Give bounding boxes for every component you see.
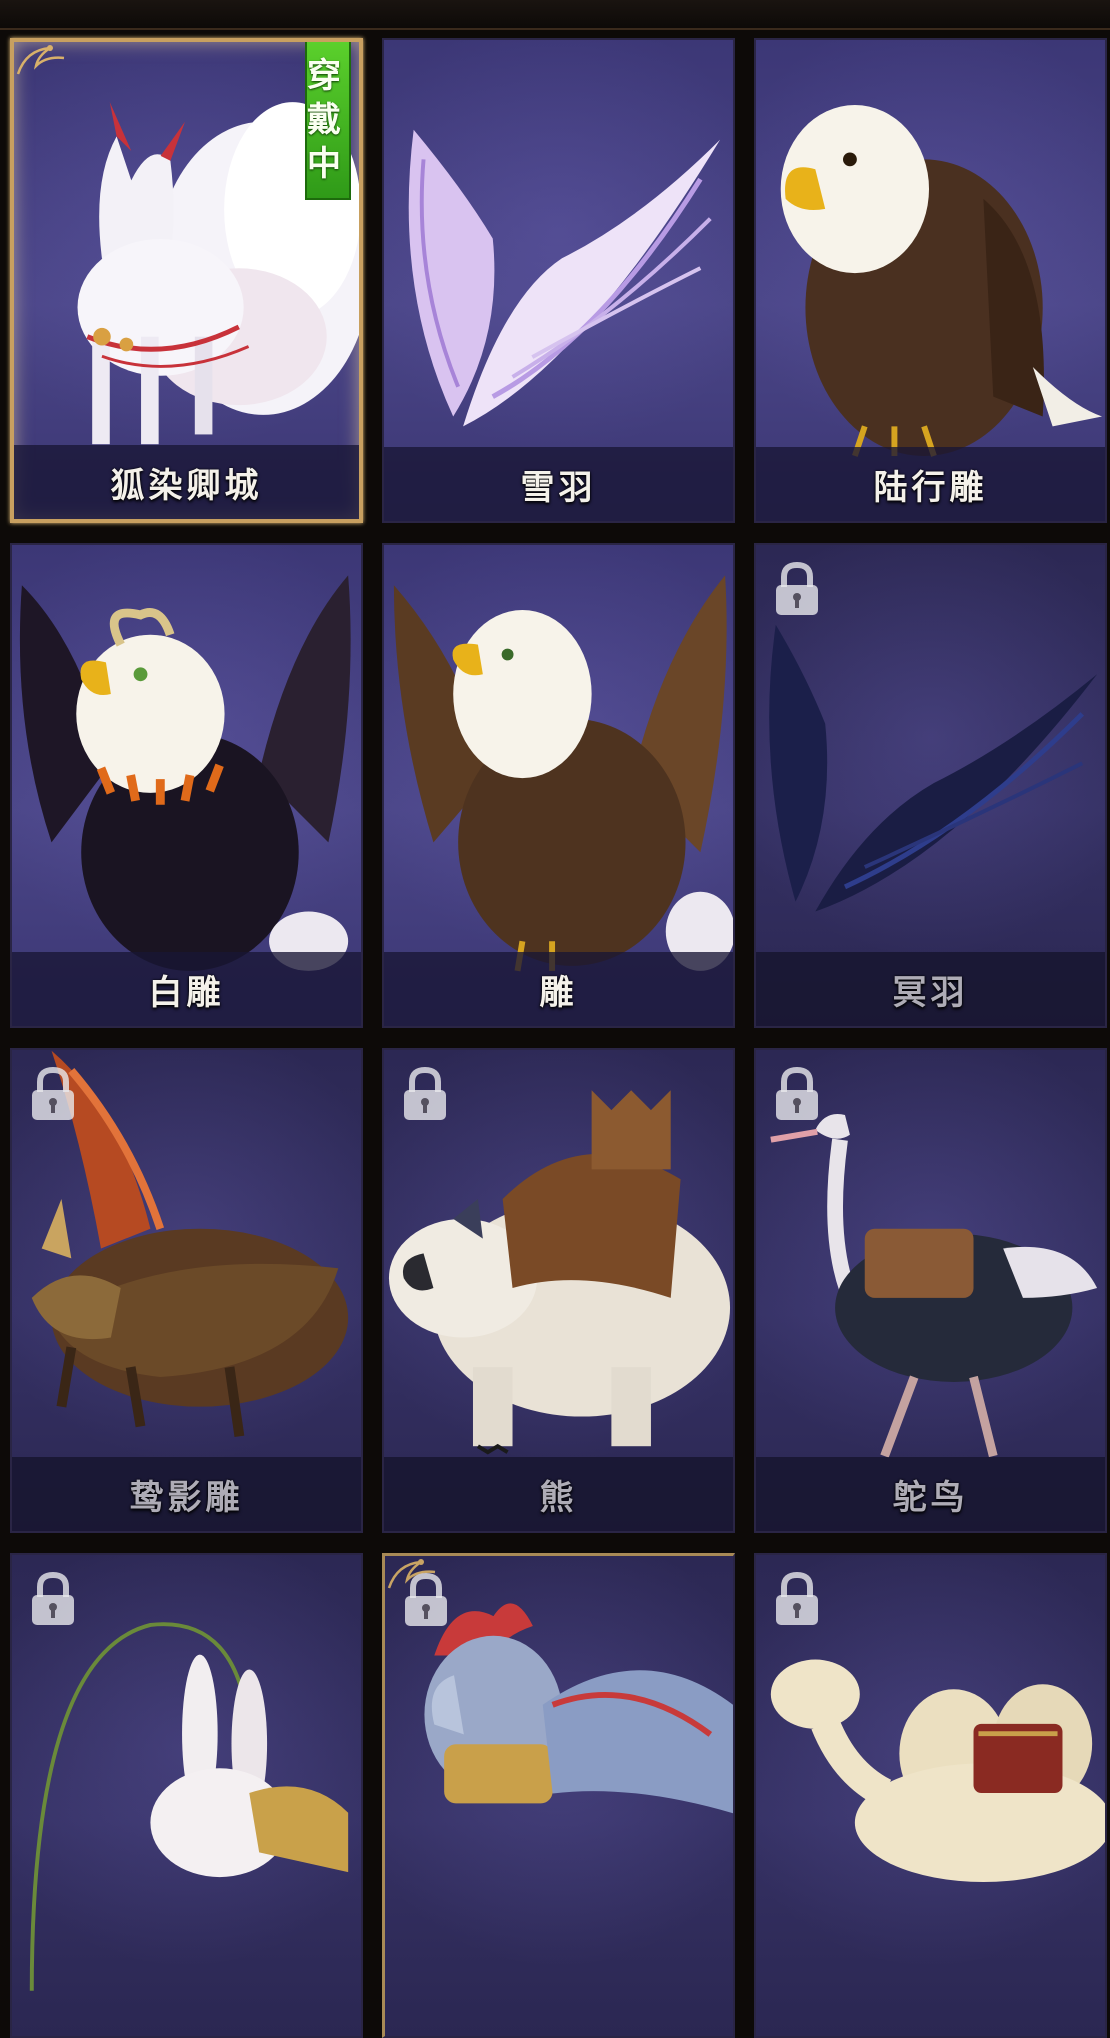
rabbit-image	[29, 1622, 349, 1991]
mount-card-walking-eagle[interactable]: 陆行雕	[754, 38, 1107, 523]
mount-card-armored-griffin[interactable]: 鸷影雕	[10, 1048, 363, 1533]
corner-ornament-icon	[16, 45, 65, 75]
mount-name: 熊	[539, 1477, 578, 1518]
mount-card-armored-horse[interactable]	[382, 1553, 735, 2038]
name-bar: 白雕	[12, 952, 361, 1026]
name-bar: 鸷影雕	[12, 1457, 361, 1531]
mount-card-lilac-wings[interactable]: 雪羽	[382, 38, 735, 523]
mount-card-ostrich[interactable]: 鸵鸟	[754, 1048, 1107, 1533]
equipped-badge-label: 穿戴中	[307, 56, 341, 184]
mount-name: 鸷影雕	[129, 1477, 244, 1518]
name-bar: 鸵鸟	[756, 1457, 1105, 1531]
name-bar: 冥羽	[756, 952, 1105, 1026]
mount-card-armored-bear[interactable]: 熊	[382, 1048, 735, 1533]
lock-icon	[32, 1066, 74, 1120]
top-border	[0, 0, 1110, 30]
mount-name: 冥羽	[892, 972, 969, 1013]
mount-grid: 穿戴中 狐染卿城 雪羽 陆行雕 白雕 雕 冥羽 鸷影雕 熊 鸵鸟	[10, 38, 1107, 2038]
mount-card-fox[interactable]: 穿戴中 狐染卿城	[10, 38, 363, 523]
name-bar: 雕	[384, 952, 733, 1026]
name-bar: 陆行雕	[756, 447, 1105, 521]
equipped-badge: 穿戴中	[305, 42, 351, 200]
camel-image	[770, 1659, 1105, 1882]
mount-card-horned-eagle[interactable]: 白雕	[10, 543, 363, 1028]
name-bar: 雪羽	[384, 447, 733, 521]
lock-icon	[776, 561, 818, 615]
name-bar: 狐染卿城	[14, 445, 359, 519]
name-bar: 熊	[384, 1457, 733, 1531]
mount-card-rabbit[interactable]	[10, 1553, 363, 2038]
mount-name: 鸵鸟	[892, 1477, 969, 1518]
mount-name: 陆行雕	[873, 467, 988, 508]
lock-icon	[32, 1571, 74, 1625]
mount-name: 雪羽	[520, 467, 597, 508]
mount-name: 雕	[539, 972, 578, 1013]
mount-name: 白雕	[148, 972, 225, 1013]
mount-card-griffin-eagle[interactable]: 雕	[382, 543, 735, 1028]
mount-name: 狐染卿城	[110, 465, 263, 506]
mount-card-camel[interactable]	[754, 1553, 1107, 2038]
armored-horse-image	[424, 1603, 733, 1814]
mount-card-dark-wings[interactable]: 冥羽	[754, 543, 1107, 1028]
lock-icon	[405, 1572, 447, 1626]
lock-icon	[776, 1066, 818, 1120]
lock-icon	[776, 1571, 818, 1625]
lock-icon	[404, 1066, 446, 1120]
